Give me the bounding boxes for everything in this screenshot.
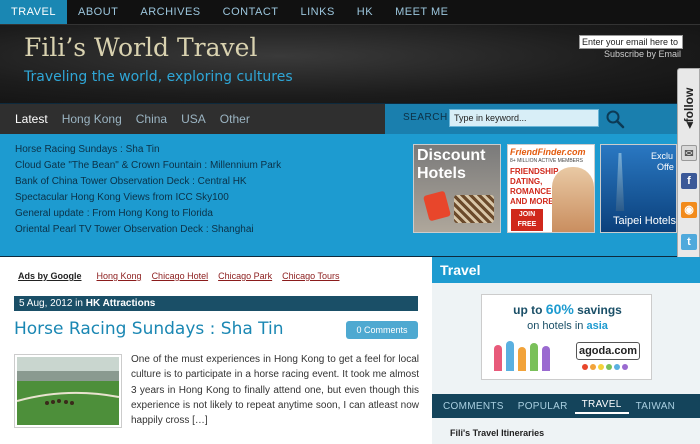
- tab-taiwan[interactable]: TAIWAN: [629, 401, 683, 412]
- ad-pitch-3: ROMANCE: [510, 187, 552, 196]
- site-header: Fili’s World Travel Traveling the world,…: [0, 25, 700, 103]
- ad-exclusive: Exclu: [651, 151, 674, 161]
- tab-hong-kong[interactable]: Hong Kong: [55, 112, 129, 126]
- ad-pitch-1: FRIENDSHIP,: [510, 167, 560, 176]
- nav-item-contact[interactable]: CONTACT: [212, 0, 290, 24]
- nav-item-links[interactable]: LINKS: [290, 0, 346, 24]
- pillow-image: [454, 195, 494, 223]
- discount-hotels-ad[interactable]: Discount Hotels: [413, 144, 501, 233]
- tab-travel[interactable]: TRAVEL: [574, 399, 629, 414]
- nav-item-hk[interactable]: HK: [346, 0, 384, 24]
- post-excerpt: One of the must experiences in Hong Kong…: [131, 354, 419, 427]
- main-content: Ads by Google Hong Kong Chicago Hotel Ch…: [0, 257, 432, 444]
- subscribe-by-email-link[interactable]: Subscribe by Email: [604, 49, 681, 59]
- tab-china[interactable]: China: [129, 112, 174, 126]
- post-date: 5 Aug, 2012 in: [19, 298, 83, 309]
- follow-sidebar: ◂follow ✉ f ◉ t: [677, 68, 700, 278]
- category-tabs: Latest Hong Kong China USA Other: [0, 104, 385, 134]
- ad-label: Taipei Hotels: [613, 215, 676, 227]
- comments-count-badge[interactable]: 0 Comments: [346, 321, 418, 339]
- site-tagline: Traveling the world, exploring cultures: [24, 69, 293, 85]
- racecourse-image: [16, 357, 120, 425]
- sidebar-subheading: Fili's Travel Itineraries: [450, 428, 545, 438]
- ad-link-chicago-tours[interactable]: Chicago Tours: [282, 271, 339, 281]
- search-input[interactable]: [449, 109, 599, 127]
- agoda-logo: agoda.com: [576, 342, 640, 360]
- tab-usa[interactable]: USA: [174, 112, 213, 126]
- ad-brand: FriendFinder.com: [510, 147, 586, 157]
- join-free-badge[interactable]: JOIN FREE: [511, 209, 543, 231]
- email-subscribe-input[interactable]: [579, 35, 683, 49]
- nav-item-about[interactable]: ABOUT: [67, 0, 129, 24]
- featured-post-list: Horse Racing Sundays : Sha Tin Cloud Gat…: [15, 144, 281, 240]
- ad-members: 8+ MILLION ACTIVE MEMBERS: [510, 158, 583, 164]
- site-title[interactable]: Fili’s World Travel: [24, 33, 257, 62]
- featured-link[interactable]: Oriental Pearl TV Tower Observation Deck…: [15, 224, 281, 240]
- ad-subtitle: Hotels: [417, 165, 466, 182]
- tab-comments[interactable]: COMMENTS: [436, 401, 511, 412]
- featured-link[interactable]: Bank of China Tower Observation Deck : C…: [15, 176, 281, 192]
- free-label: FREE: [517, 221, 537, 228]
- sidebar-heading: Travel: [432, 257, 700, 283]
- ad-link-chicago-hotel[interactable]: Chicago Hotel: [152, 271, 209, 281]
- search-icon[interactable]: [605, 109, 625, 129]
- nav-item-archives[interactable]: ARCHIVES: [129, 0, 211, 24]
- agoda-region-text: on hotels in asia: [527, 320, 608, 332]
- nav-item-meet-me[interactable]: MEET ME: [384, 0, 459, 24]
- tab-latest[interactable]: Latest: [8, 112, 55, 126]
- agoda-ad[interactable]: up to 60% savings on hotels in asia agod…: [481, 294, 652, 380]
- featured-link[interactable]: Horse Racing Sundays : Sha Tin: [15, 144, 281, 160]
- tab-other[interactable]: Other: [213, 112, 257, 126]
- couple-photo: [552, 167, 594, 232]
- right-sidebar: Travel up to 60% savings on hotels in as…: [432, 257, 700, 444]
- follow-label[interactable]: ◂follow: [678, 73, 699, 143]
- agoda-dots: [582, 364, 628, 370]
- sidebar-tabs: COMMENTS POPULAR TRAVEL TAIWAN: [432, 394, 700, 418]
- friendfinder-ad[interactable]: FriendFinder.com 8+ MILLION ACTIVE MEMBE…: [507, 144, 595, 233]
- featured-link[interactable]: General update : From Hong Kong to Flori…: [15, 208, 281, 224]
- tab-popular[interactable]: POPULAR: [511, 401, 575, 412]
- post-thumbnail[interactable]: [14, 354, 122, 428]
- ad-offer: Offe: [657, 162, 674, 172]
- ad-pitch-2: DATING,: [510, 177, 543, 186]
- nav-item-travel[interactable]: TRAVEL: [0, 0, 67, 24]
- facebook-icon[interactable]: f: [681, 173, 697, 189]
- mail-icon[interactable]: ✉: [681, 145, 697, 161]
- top-nav: TRAVEL ABOUT ARCHIVES CONTACT LINKS HK M…: [0, 0, 700, 25]
- post-meta-bar: 5 Aug, 2012 in HK Attractions: [14, 296, 418, 311]
- agoda-savings-text: up to 60% savings: [513, 301, 622, 317]
- rss-icon[interactable]: ◉: [681, 202, 697, 218]
- join-label: JOIN: [518, 211, 536, 218]
- featured-link[interactable]: Cloud Gate "The Bean" & Crown Fountain :…: [15, 160, 281, 176]
- featured-band: Latest Hong Kong China USA Other SEARCH …: [0, 104, 677, 256]
- ad-pitch-4: AND MORE!: [510, 197, 557, 206]
- ads-by-google[interactable]: Ads by Google: [18, 271, 82, 281]
- ad-link-chicago-park[interactable]: Chicago Park: [218, 271, 272, 281]
- ad-title: Discount: [417, 147, 486, 164]
- featured-link[interactable]: Spectacular Hong Kong Views from ICC Sky…: [15, 192, 281, 208]
- post-category[interactable]: HK Attractions: [86, 298, 156, 309]
- post-title[interactable]: Horse Racing Sundays : Sha Tin: [14, 319, 284, 339]
- search-area: SEARCH: [385, 104, 677, 134]
- taipei-hotels-ad[interactable]: Exclu Offe Taipei Hotels: [600, 144, 677, 233]
- twitter-icon[interactable]: t: [681, 234, 697, 250]
- search-label: SEARCH: [403, 112, 448, 123]
- ad-link-hong-kong[interactable]: Hong Kong: [97, 271, 142, 281]
- ad-links-row: Ads by Google Hong Kong Chicago Hotel Ch…: [18, 271, 350, 281]
- people-illustration: [492, 341, 570, 373]
